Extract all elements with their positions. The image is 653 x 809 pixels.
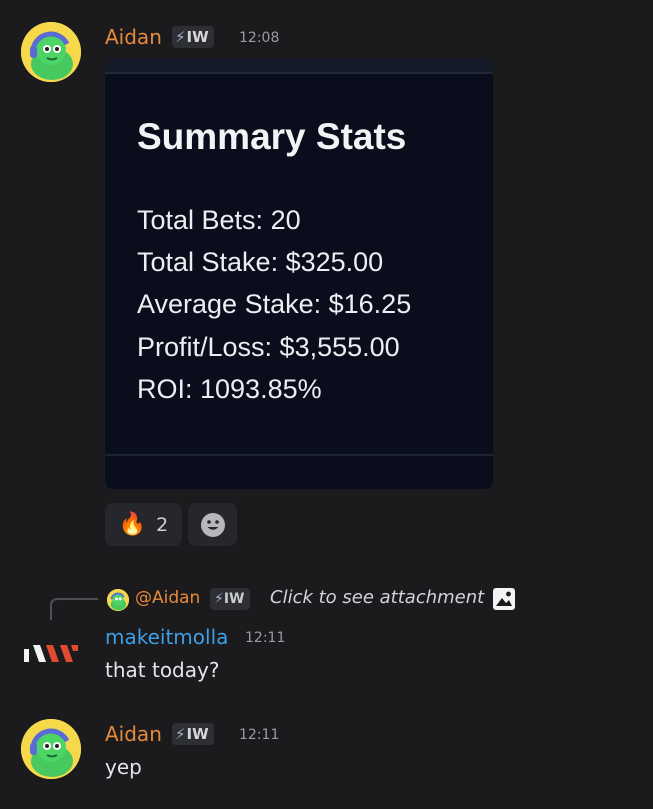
reaction-count: 2 (156, 513, 169, 536)
card-title: Summary Stats (137, 116, 407, 157)
stat-average-stake: Average Stake: $16.25 (137, 289, 412, 319)
smiley-face-icon (200, 512, 225, 537)
card-top-bar (105, 58, 493, 74)
lightning-bolt-icon: ⚡ (214, 591, 224, 607)
avatar-aidan[interactable] (21, 22, 81, 82)
fire-emoji: 🔥 (118, 512, 147, 537)
reply-preview-text[interactable]: Click to see attachment (270, 587, 484, 608)
message-text: yep (105, 755, 142, 779)
card-bottom-divider (105, 454, 493, 456)
lightning-bolt-icon: ⚡ (175, 725, 186, 743)
timestamp: 12:08 (239, 30, 280, 46)
message-text: that today? (105, 658, 220, 682)
author-name[interactable]: Aidan (105, 722, 162, 746)
aidan-avatar-icon (21, 719, 81, 779)
avatar-aidan[interactable] (21, 719, 81, 779)
stat-total-bets: Total Bets: 20 (137, 205, 301, 235)
guild-tag-label: IW (186, 725, 209, 743)
stat-roi: ROI: 1093.85% (137, 374, 322, 404)
reply-mention[interactable]: @Aidan (135, 588, 200, 608)
timestamp: 12:11 (239, 727, 280, 743)
makeitmolla-avatar[interactable] (22, 637, 82, 667)
guild-tag[interactable]: ⚡ IW (172, 26, 214, 48)
guild-tag[interactable]: ⚡ IW (172, 723, 214, 745)
reply-guild-tag[interactable]: ⚡ IW (210, 588, 250, 610)
timestamp: 12:11 (245, 630, 286, 646)
reply-avatar[interactable] (107, 589, 129, 611)
add-reaction-button[interactable] (188, 503, 237, 546)
image-icon[interactable] (492, 587, 516, 611)
stat-profit-loss: Profit/Loss: $3,555.00 (137, 332, 400, 362)
reply-connector (50, 598, 98, 620)
author-name[interactable]: makeitmolla (105, 625, 228, 649)
logo-icon (24, 645, 78, 662)
aidan-avatar-icon (21, 22, 81, 82)
stat-total-stake: Total Stake: $325.00 (137, 247, 384, 277)
aidan-avatar-icon (107, 589, 129, 611)
lightning-bolt-icon: ⚡ (175, 28, 186, 46)
reply-guild-tag-label: IW (223, 591, 245, 607)
summary-stats-image[interactable]: Summary Stats Total Bets: 20 Total Stake… (105, 58, 493, 489)
author-name[interactable]: Aidan (105, 25, 162, 49)
reaction-fire[interactable]: 🔥 2 (105, 503, 182, 546)
guild-tag-label: IW (186, 28, 209, 46)
